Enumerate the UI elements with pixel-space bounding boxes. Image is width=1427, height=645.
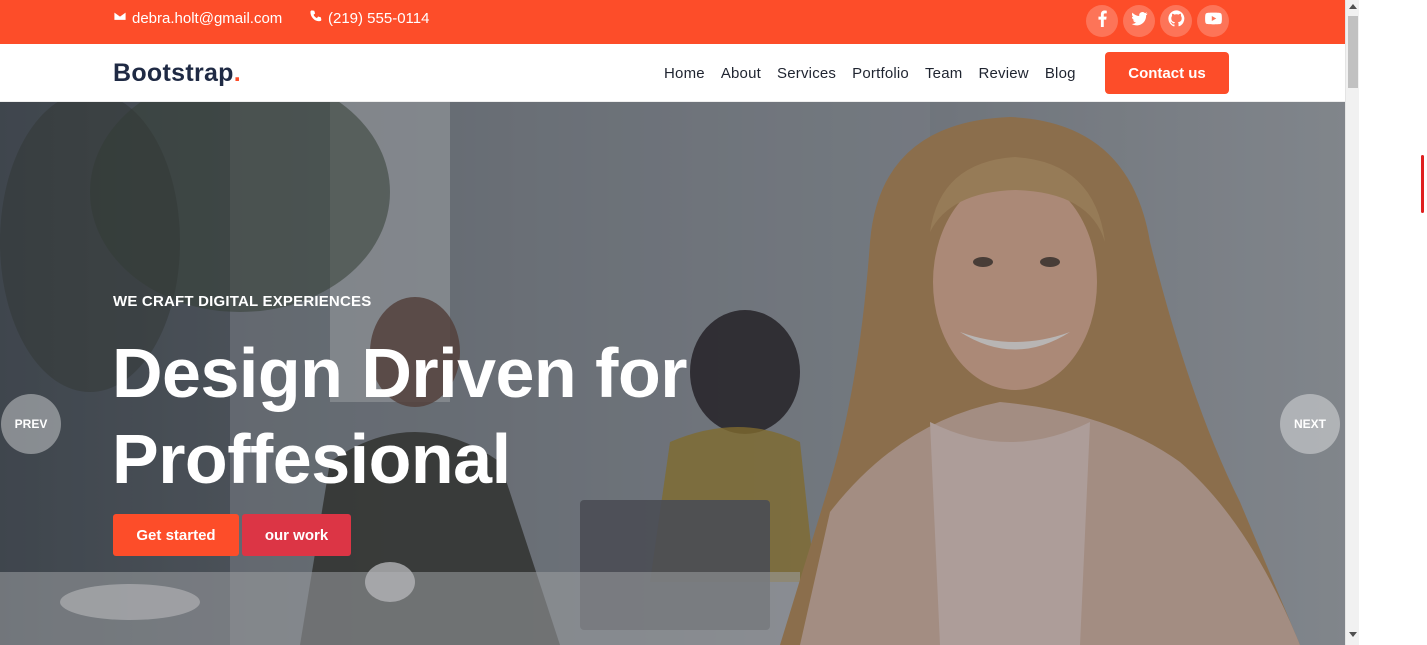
hero-carousel: WE CRAFT DIGITAL EXPERIENCES Design Driv…: [0, 102, 1345, 645]
brand-dot: .: [233, 59, 242, 87]
carousel-prev-button[interactable]: PREV: [1, 394, 61, 454]
social-links: [1086, 5, 1229, 37]
page-viewport: debra.holt@gmail.com (219) 555-0114 Boot…: [0, 0, 1345, 645]
hero-eyebrow: WE CRAFT DIGITAL EXPERIENCES: [113, 293, 372, 310]
facebook-icon: [1094, 10, 1111, 32]
get-started-button[interactable]: Get started: [113, 514, 239, 556]
youtube-icon: [1204, 10, 1222, 32]
carousel-next-button[interactable]: NEXT: [1280, 394, 1340, 454]
phone-contact[interactable]: (219) 555-0114: [309, 9, 429, 27]
side-marker: [1421, 155, 1424, 213]
github-icon: [1167, 10, 1185, 32]
contact-us-button[interactable]: Contact us: [1105, 52, 1229, 94]
scrollbar-thumb[interactable]: [1348, 16, 1358, 88]
facebook-button[interactable]: [1086, 5, 1118, 37]
nav-menu: Home About Services Portfolio Team Revie…: [656, 65, 1084, 82]
main-navbar: Bootstrap. Home About Services Portfolio…: [0, 44, 1345, 102]
github-button[interactable]: [1160, 5, 1192, 37]
nav-link-services[interactable]: Services: [769, 65, 844, 82]
email-text: debra.holt@gmail.com: [132, 9, 283, 27]
scroll-up-icon[interactable]: [1349, 4, 1357, 9]
nav-link-portfolio[interactable]: Portfolio: [844, 65, 917, 82]
our-work-button[interactable]: our work: [242, 514, 351, 556]
nav-link-about[interactable]: About: [713, 65, 769, 82]
phone-text: (219) 555-0114: [328, 9, 430, 27]
page-scrollbar[interactable]: [1345, 0, 1359, 645]
brand-text: Bootstrap: [113, 59, 234, 87]
hero-headline-line-2: Proffesional: [112, 420, 511, 498]
brand-logo[interactable]: Bootstrap.: [113, 59, 241, 88]
top-bar: debra.holt@gmail.com (219) 555-0114: [0, 0, 1345, 44]
envelope-icon: [113, 9, 127, 27]
hero-headline: Design Driven for Proffesional: [112, 330, 687, 502]
nav-link-team[interactable]: Team: [917, 65, 970, 82]
hero-headline-line-1: Design Driven for: [112, 334, 687, 412]
youtube-button[interactable]: [1197, 5, 1229, 37]
twitter-button[interactable]: [1123, 5, 1155, 37]
nav-link-review[interactable]: Review: [970, 65, 1036, 82]
phone-icon: [309, 9, 323, 27]
nav-link-home[interactable]: Home: [656, 65, 713, 82]
scroll-down-icon[interactable]: [1349, 632, 1357, 637]
email-contact[interactable]: debra.holt@gmail.com: [113, 9, 282, 27]
nav-link-blog[interactable]: Blog: [1037, 65, 1084, 82]
twitter-icon: [1131, 10, 1148, 32]
